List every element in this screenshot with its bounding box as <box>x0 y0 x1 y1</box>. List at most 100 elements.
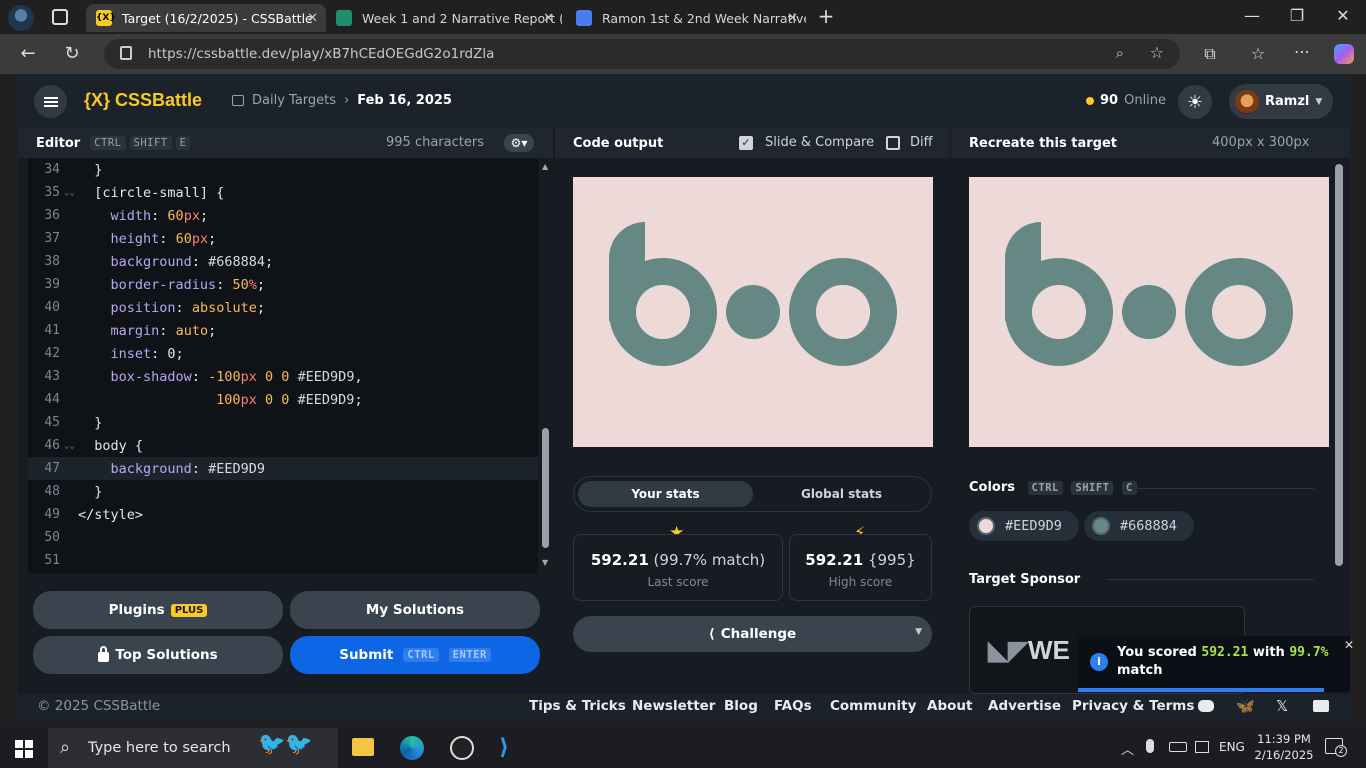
bluesky-icon[interactable]: 🦋 <box>1236 697 1255 715</box>
code-line[interactable]: 34 } <box>28 158 538 181</box>
restore-icon[interactable]: ❐ <box>1287 6 1307 26</box>
footer-link-community[interactable]: Community <box>830 698 916 714</box>
top-solutions-button[interactable]: Top Solutions <box>33 636 283 674</box>
email-icon[interactable] <box>1313 700 1329 712</box>
close-window-icon[interactable]: ✕ <box>1333 6 1353 26</box>
color-swatch-668884[interactable]: #668884 <box>1084 511 1194 541</box>
tab-narrative[interactable]: Ramon 1st & 2nd Week Narrative ✕ <box>566 4 806 32</box>
diff-checkbox[interactable] <box>886 136 900 150</box>
submit-button[interactable]: Submit CTRL ENTER <box>290 636 540 674</box>
plugins-button[interactable]: Plugins PLUS <box>33 591 283 629</box>
more-menu-icon[interactable]: ⋯ <box>1292 42 1312 62</box>
x-twitter-icon[interactable]: 𝕏 <box>1276 697 1288 715</box>
new-tab-icon[interactable]: + <box>816 6 836 26</box>
copilot-icon[interactable] <box>1334 44 1354 64</box>
cssbattle-logo[interactable]: {X} CSSBattle <box>84 90 202 111</box>
fold-chevron-icon[interactable]: ⌄⌄ <box>64 188 75 198</box>
language-indicator[interactable]: ENG <box>1219 740 1245 754</box>
back-icon[interactable]: ← <box>18 44 38 64</box>
char-count: 995 characters <box>386 135 484 150</box>
close-tab-icon[interactable]: ✕ <box>307 11 318 26</box>
scrollbar-thumb[interactable] <box>542 428 549 548</box>
minimize-icon[interactable]: — <box>1242 6 1262 26</box>
tab-your-stats[interactable]: Your stats <box>578 481 753 507</box>
theme-toggle-sun-icon[interactable]: ☀ <box>1178 85 1212 119</box>
close-tab-icon[interactable]: ✕ <box>543 11 554 26</box>
code-line[interactable]: 42 inset: 0; <box>28 342 538 365</box>
file-explorer-icon[interactable] <box>352 738 374 756</box>
target-canvas[interactable] <box>969 177 1329 447</box>
tab-title: Target (16/2/2025) - CSSBattle <box>122 10 313 26</box>
taskbar-search[interactable]: ⌕ Type here to search 🐦🐦 <box>48 728 338 768</box>
clock[interactable]: 11:39 PM 2/16/2025 <box>1252 731 1316 763</box>
diff-label[interactable]: Diff <box>910 135 933 150</box>
footer-link-advertise[interactable]: Advertise <box>988 698 1061 714</box>
code-line[interactable]: 47 background: #EED9D9 <box>28 457 538 480</box>
code-line[interactable]: 38 background: #668884; <box>28 250 538 273</box>
code-line[interactable]: 39 border-radius: 50%; <box>28 273 538 296</box>
code-line[interactable]: 48 } <box>28 480 538 503</box>
birds-widget-icon: 🐦🐦 <box>258 732 313 757</box>
chevron-down-icon[interactable]: ▼ <box>915 627 922 637</box>
windows-start-icon[interactable] <box>15 740 33 758</box>
profile-avatar-icon[interactable] <box>8 5 34 31</box>
code-line[interactable]: 49 </style> <box>28 503 538 526</box>
code-output-canvas[interactable] <box>573 177 933 447</box>
obs-icon[interactable] <box>450 736 474 760</box>
footer-link-faqs[interactable]: FAQs <box>774 698 812 714</box>
code-line[interactable]: 45 } <box>28 411 538 434</box>
editor-settings-gear-icon[interactable]: ⚙▾ <box>504 134 534 152</box>
editor-scrollbar[interactable]: ▲ ▼ <box>540 158 552 574</box>
scroll-down-icon[interactable]: ▼ <box>542 558 548 567</box>
favorite-star-icon[interactable]: ☆ <box>1150 43 1164 62</box>
discord-icon[interactable] <box>1198 700 1214 712</box>
target-panel-scrollbar[interactable] <box>1334 148 1344 694</box>
footer-link-newsletter[interactable]: Newsletter <box>632 698 715 714</box>
notification-center-icon[interactable]: 2 <box>1325 738 1347 757</box>
code-editor[interactable]: 34 } 35 ⌄⌄ [circle-small] {36 width: 60px;… <box>28 158 538 574</box>
code-line[interactable]: 50 <box>28 526 538 549</box>
menu-button[interactable] <box>34 85 67 118</box>
footer-link-tips[interactable]: Tips & Tricks <box>529 698 626 714</box>
fold-chevron-icon[interactable]: ⌄⌄ <box>64 441 75 451</box>
close-toast-icon[interactable]: ✕ <box>1344 638 1354 652</box>
code-line[interactable]: 43 box-shadow: -100px 0 0 #EED9D9, <box>28 365 538 388</box>
tab-global-stats[interactable]: Global stats <box>754 481 929 507</box>
code-line[interactable]: 37 height: 60px; <box>28 227 538 250</box>
toast-progress <box>1078 688 1324 692</box>
close-tab-icon[interactable]: ✕ <box>787 11 798 26</box>
footer-link-blog[interactable]: Blog <box>724 698 758 714</box>
extensions-icon[interactable]: ⧉ <box>1200 44 1220 64</box>
breadcrumb-daily-targets[interactable]: Daily Targets <box>252 93 336 108</box>
scroll-up-icon[interactable]: ▲ <box>542 162 548 171</box>
tab-week-report[interactable]: Week 1 and 2 Narrative Report (Fo ✕ <box>326 4 562 32</box>
tab-actions-icon[interactable] <box>52 9 68 25</box>
code-text: height: 60px; <box>110 230 217 247</box>
code-line[interactable]: 41 margin: auto; <box>28 319 538 342</box>
user-menu[interactable]: Ramzl ▼ <box>1229 84 1333 119</box>
toast-text: match <box>1117 663 1163 678</box>
code-line[interactable]: 40 position: absolute; <box>28 296 538 319</box>
url-field[interactable]: https://cssbattle.dev/play/xB7hCEdOEGdG2… <box>104 39 1180 69</box>
chevron-up-icon[interactable]: ︿ <box>1121 739 1134 758</box>
slide-compare-label[interactable]: Slide & Compare <box>765 135 874 150</box>
footer-link-about[interactable]: About <box>927 698 972 714</box>
reload-icon[interactable]: ↻ <box>62 44 82 64</box>
challenge-button[interactable]: ⟨ Challenge ▼ <box>573 616 932 652</box>
edge-icon[interactable] <box>400 736 424 760</box>
editor-title: Editor <box>36 135 81 151</box>
zoom-icon[interactable]: ⌕ <box>1116 44 1124 62</box>
code-line[interactable]: 51 <box>28 549 538 572</box>
tab-cssbattle[interactable]: {X} Target (16/2/2025) - CSSBattle ✕ <box>86 4 326 32</box>
footer-link-privacy[interactable]: Privacy & Terms <box>1072 698 1194 714</box>
my-solutions-button[interactable]: My Solutions <box>290 591 540 629</box>
code-line[interactable]: 35 ⌄⌄ [circle-small] { <box>28 181 538 204</box>
color-swatch-eed9d9[interactable]: #EED9D9 <box>969 511 1079 541</box>
scrollbar-thumb[interactable] <box>1335 164 1343 566</box>
vscode-icon[interactable]: ⟩ <box>499 736 509 760</box>
favorites-icon[interactable]: ☆ <box>1248 44 1268 64</box>
code-line[interactable]: 46 ⌄⌄ body { <box>28 434 538 457</box>
slide-compare-checkbox[interactable]: ✓ <box>739 136 753 150</box>
code-line[interactable]: 44 100px 0 0 #EED9D9; <box>28 388 538 411</box>
code-line[interactable]: 36 width: 60px; <box>28 204 538 227</box>
